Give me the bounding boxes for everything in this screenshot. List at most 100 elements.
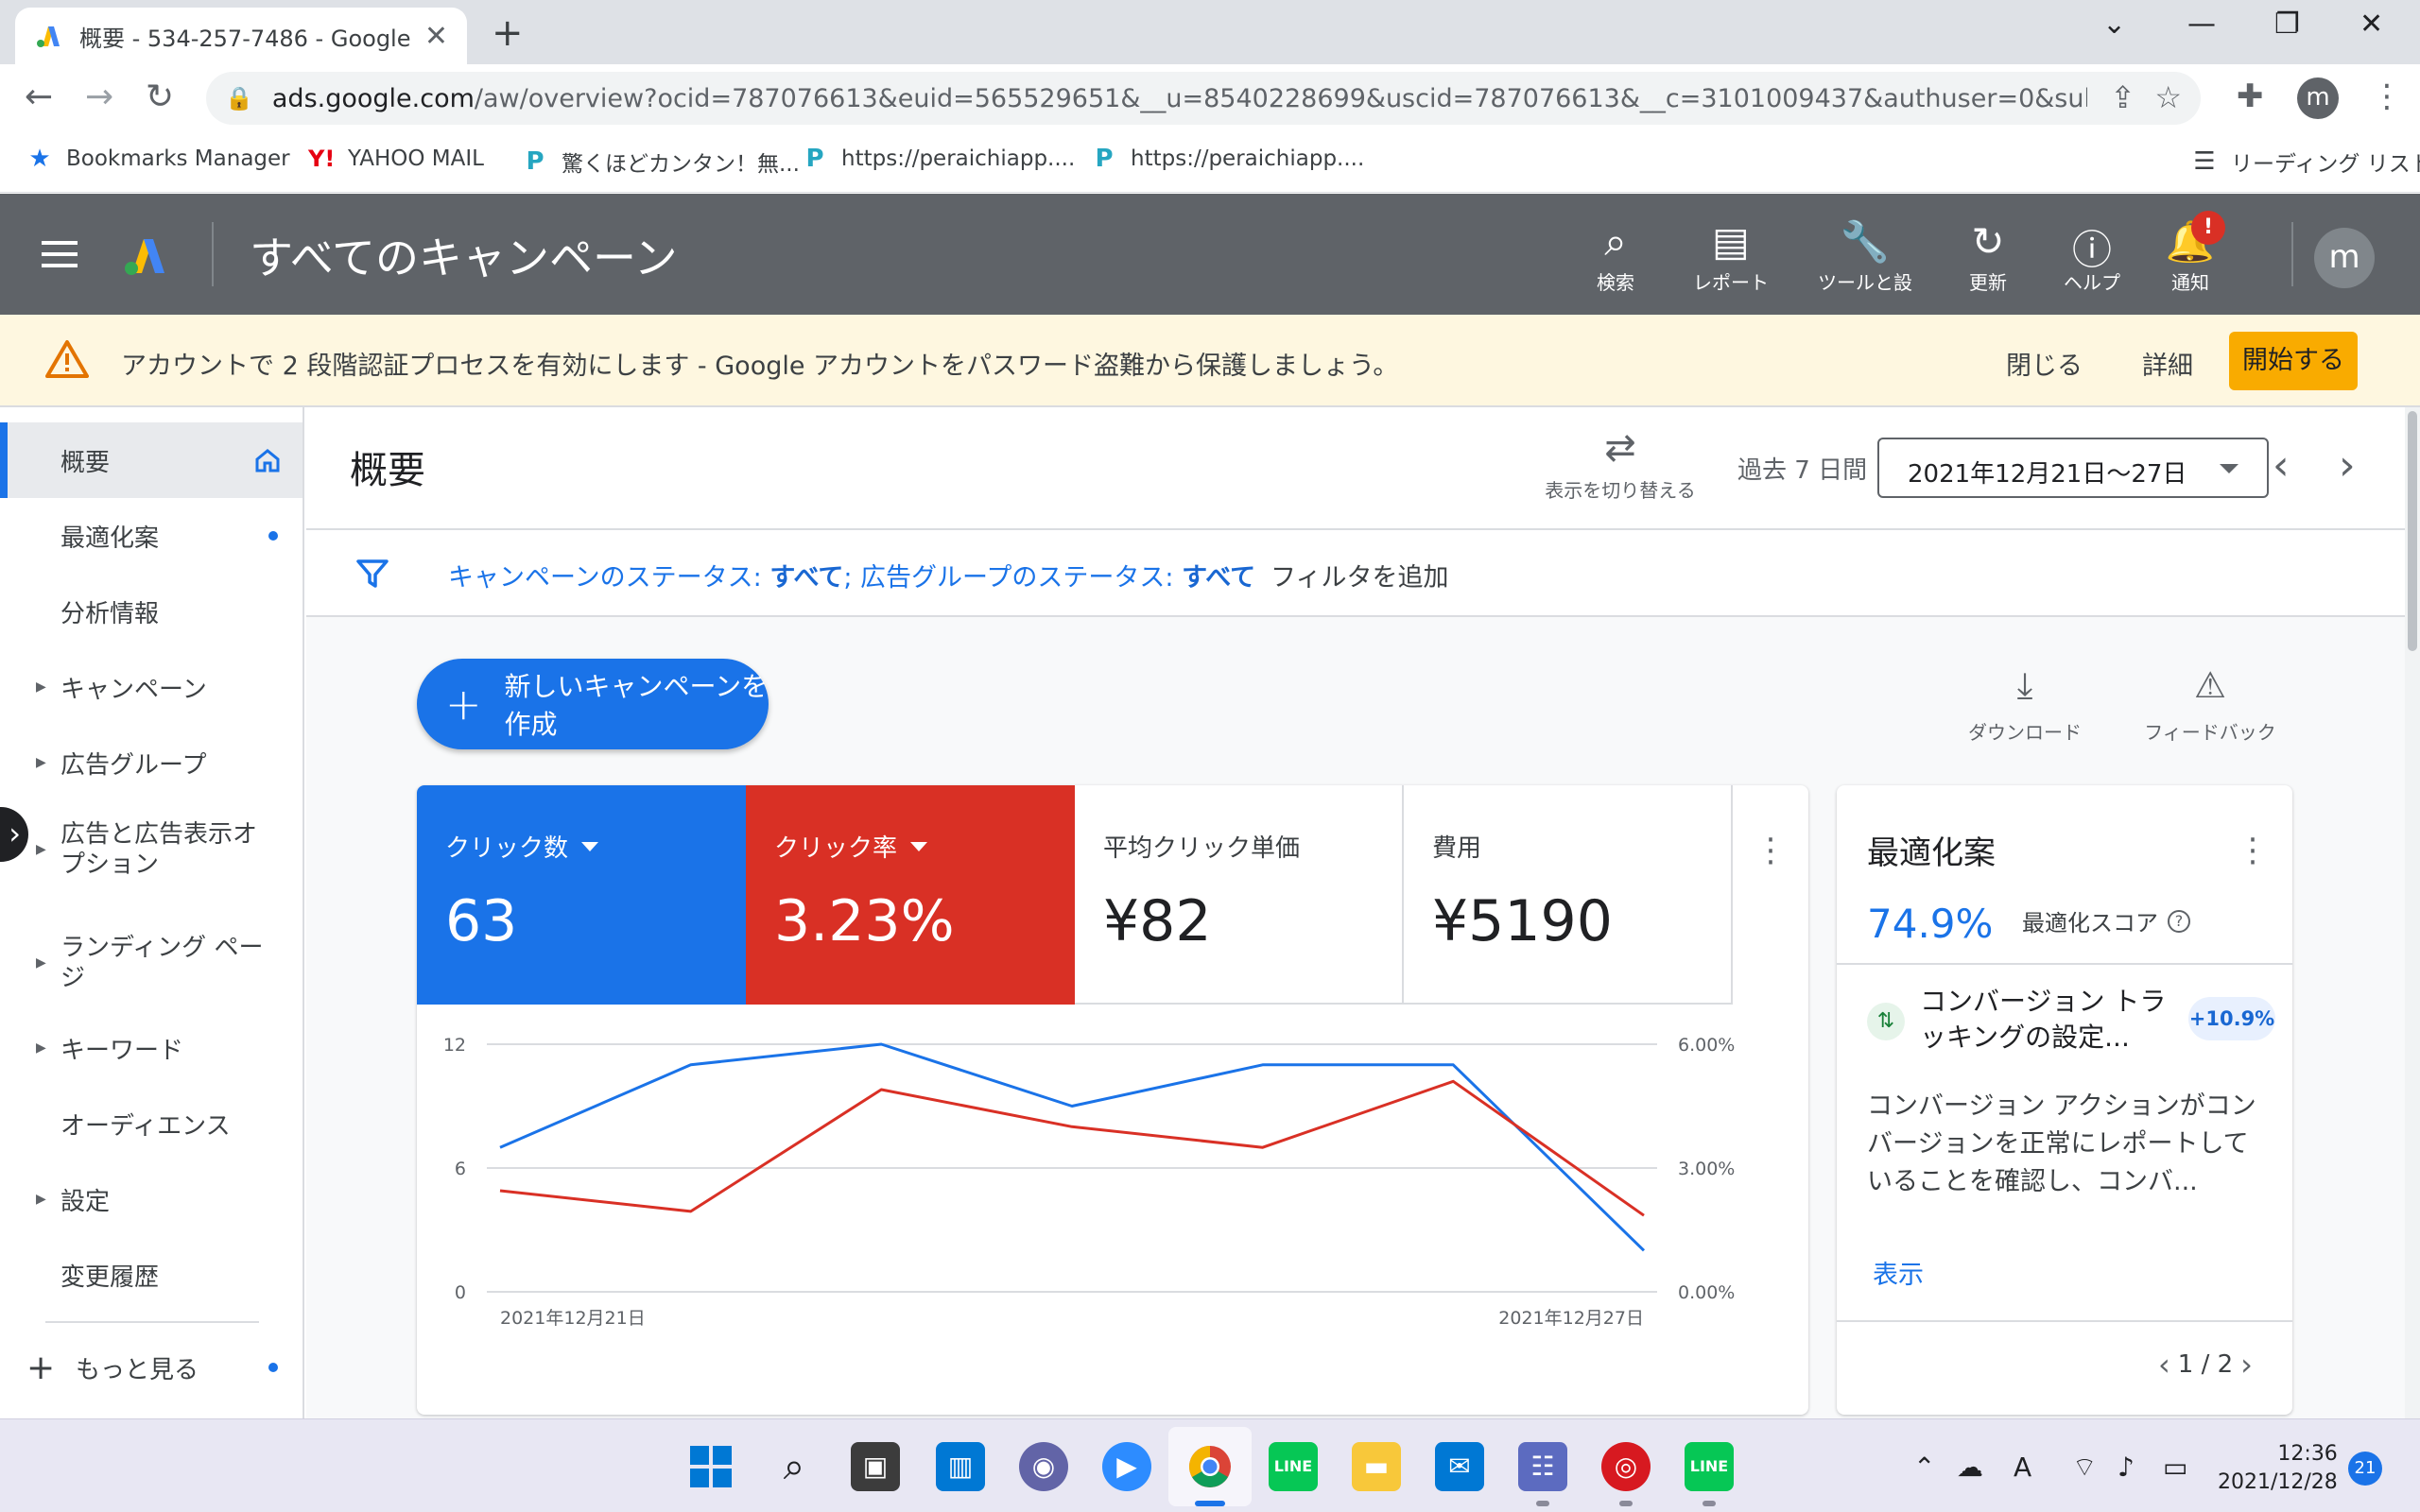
x-tick-label: 2021年12月21日 [500,1308,646,1329]
file-explorer-icon[interactable]: ▬ [1352,1442,1401,1491]
reload-icon[interactable]: ↻ [146,77,174,116]
feedback-button[interactable]: ⚠ フィードバック [2144,664,2276,745]
close-window-icon[interactable]: ✕ [2360,8,2383,41]
restore-icon[interactable]: ❐ [2274,8,2300,41]
minimize-icon[interactable]: — [2187,8,2216,41]
battery-icon[interactable]: ▭ [2163,1452,2187,1483]
mail-icon[interactable]: ✉ [1435,1442,1484,1491]
unread-dot [268,531,278,541]
menu-icon[interactable] [42,241,78,267]
bookmark-item[interactable]: Phttps://peraichiapp.... [1091,146,1364,172]
help-button[interactable]: ⓘ ヘルプ [2040,218,2144,295]
refresh-button[interactable]: ↻ 更新 [1936,218,2040,295]
next-period-icon[interactable]: › [2339,441,2356,490]
details-button[interactable]: 詳細 [2142,345,2193,382]
help-icon[interactable]: ? [2168,909,2190,933]
expand-icon: ▶ [36,955,46,971]
search-button[interactable]: ⌕ 検索 [1564,218,1668,295]
notification-count-badge[interactable]: 21 [2348,1452,2382,1486]
back-icon[interactable]: ← [25,77,53,116]
download-button[interactable]: ⤓ ダウンロード [1959,664,2091,745]
speaker-icon[interactable]: ♪ [2118,1452,2135,1483]
tab-close-icon[interactable]: ✕ [424,20,448,53]
nav-ad-groups[interactable]: ▶ 広告グループ [0,725,302,800]
create-campaign-button[interactable]: + 新しいキャンペーンを作成 [417,659,769,749]
active-filters[interactable]: キャンペーンのステータス: すべて; 広告グループのステータス: すべて [448,557,1255,593]
wrench-icon: 🔧 [1840,218,1891,265]
overview-content: + 新しいキャンペーンを作成 ⤓ ダウンロード ⚠ フィードバック クリック数 63 … [306,617,2405,1418]
next-page-icon[interactable]: › [2240,1347,2253,1383]
zoom-icon[interactable]: ▶ [1102,1442,1151,1491]
search-icon[interactable]: ⌕ [769,1442,819,1491]
nav-more[interactable]: + もっと見る [0,1330,302,1405]
ime-icon[interactable]: A [2014,1452,2031,1483]
chat-bubbles-icon[interactable]: ☷ [1518,1442,1567,1491]
reports-button[interactable]: ▤ レポート [1679,218,1783,295]
tools-button[interactable]: 🔧ツールと設定 [1813,218,1917,294]
tray-chevron-icon[interactable]: ⌃ [1913,1452,1935,1483]
dismiss-button[interactable]: 閉じる [2006,345,2083,382]
reading-list-icon: ☰ [2193,147,2216,176]
bookmark-item[interactable]: P 驚くほどカンタン！無... [522,146,799,178]
nav-ads-extensions[interactable]: ▶ 広告と広告表示オプション [0,804,302,895]
recommendation-title[interactable]: コンバージョン トラッキングの設定... [1920,984,2175,1056]
browser-menu-icon[interactable]: ⋮ [2371,77,2403,115]
metric-clicks[interactable]: クリック数 63 [417,785,746,1005]
browser-tab[interactable]: 概要 - 534-257-7486 - Google 広 ✕ [15,8,467,64]
nav-recommendations[interactable]: 最適化案 [0,498,302,574]
url-text[interactable]: ads.google.com/aw/overview?ocid=78707661… [272,84,2087,113]
wifi-icon[interactable]: ⌔ [2072,1452,2097,1485]
nav-overview[interactable]: 概要 [0,422,302,498]
address-bar[interactable]: 🔒 ads.google.com/aw/overview?ocid=787076… [206,72,2201,125]
peraichi-icon: P [1095,145,1114,173]
bookmark-item[interactable]: ★ Bookmarks Manager [26,146,289,172]
profile-avatar[interactable]: m [2297,77,2339,119]
metric-ctr[interactable]: クリック率 3.23% [746,785,1075,1005]
page-scope-title[interactable]: すべてのキャンペーン [250,224,678,286]
nav-insights[interactable]: 分析情報 [0,574,302,649]
line-icon[interactable]: LINE [1685,1442,1734,1491]
account-avatar[interactable]: m [2314,228,2375,288]
forward-icon[interactable]: → [85,77,113,116]
more-options-icon[interactable]: · · · [1761,824,1780,879]
bookmark-item[interactable]: Y! YAHOO MAIL [308,146,484,172]
metric-avg-cpc[interactable]: 平均クリック単価 ¥82 [1075,785,1404,1005]
toggle-view-button[interactable]: ⇄ 表示を切り替える [1526,426,1715,503]
task-view-icon[interactable]: ▣ [851,1442,900,1491]
more-options-icon[interactable]: · · · [2243,824,2262,879]
onedrive-icon[interactable]: ☁ [1957,1452,1983,1483]
nav-change-history[interactable]: 変更履歴 [0,1237,302,1313]
nav-landing-pages[interactable]: ▶ ランディング ページ [0,918,302,1008]
optimization-score: 74.9% [1867,901,1994,947]
antivirus-icon[interactable]: ◎ [1601,1442,1651,1491]
view-recommendation-link[interactable]: 表示 [1873,1254,1924,1291]
extensions-icon[interactable]: ✚ [2237,77,2264,115]
scrollbar-thumb[interactable] [2408,411,2417,651]
prev-page-icon[interactable]: ‹ [2158,1347,2170,1383]
date-range-select[interactable]: 2021年12月21日〜27日 [1877,438,2269,498]
taskbar: ⌕ ▣ ▥ ◉ ▶ LINE ▬ ✉ ☷ ◎ LINE ⌃ ☁ A ⌔ ♪ ▭ … [0,1418,2420,1512]
tab-title: 概要 - 534-257-7486 - Google 広 [79,25,415,52]
new-tab-icon[interactable]: + [492,11,524,55]
line-icon[interactable]: LINE [1269,1442,1318,1491]
notifications-button[interactable]: 🔔 通知 [2138,218,2242,295]
start-button[interactable]: 開始する [2229,332,2358,390]
series-line-ctr [499,1079,1645,1217]
filter-icon[interactable] [355,557,389,591]
nav-campaigns[interactable]: ▶ キャンペーン [0,649,302,725]
widgets-icon[interactable]: ▥ [936,1442,985,1491]
prev-period-icon[interactable]: ‹ [2273,441,2290,490]
metric-cost[interactable]: 費用 ¥5190 [1404,785,1733,1005]
share-star-icons[interactable]: ⇪ ☆ [2110,79,2182,115]
clock[interactable]: 12:36 2021/12/28 [2218,1440,2338,1497]
reading-list[interactable]: ☰ リーディング リスト [2191,146,2420,178]
bookmark-item[interactable]: Phttps://peraichiapp.... [802,146,1075,172]
nav-settings[interactable]: ▶ 設定 [0,1161,302,1237]
tab-search-icon[interactable]: ⌄ [2102,8,2126,41]
nav-keywords[interactable]: ▶ キーワード [0,1010,302,1086]
chat-icon[interactable]: ◉ [1019,1442,1068,1491]
nav-audiences[interactable]: オーディエンス [0,1086,302,1161]
chrome-icon[interactable] [1185,1442,1235,1491]
add-filter-button[interactable]: フィルタを追加 [1270,557,1448,593]
start-icon[interactable] [686,1442,735,1491]
